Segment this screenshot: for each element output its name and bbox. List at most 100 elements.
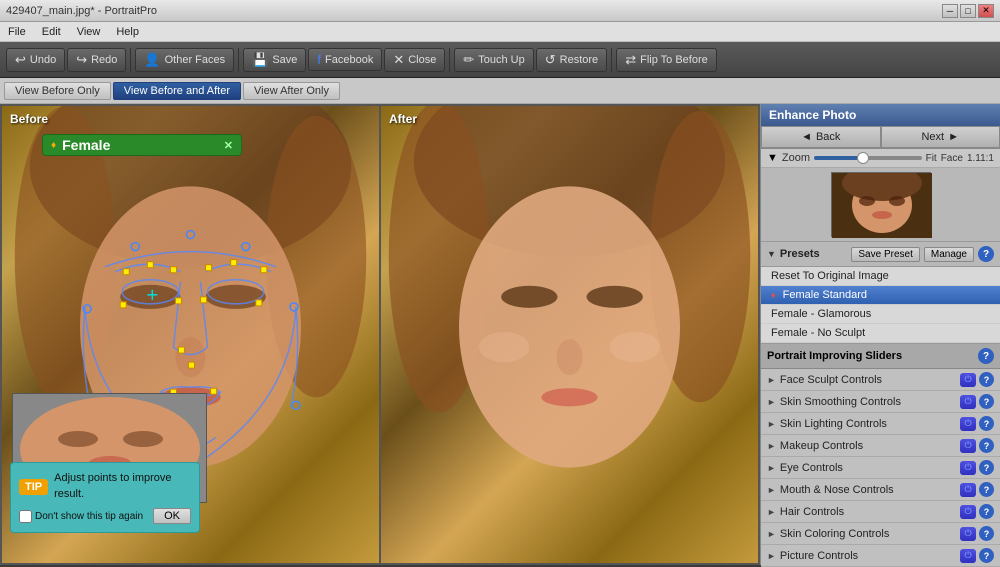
after-label: After <box>389 112 417 126</box>
restore-button[interactable]: ↺ Restore <box>536 48 607 72</box>
power-button-makeup[interactable]: ⏻ <box>960 439 976 453</box>
close-icon: ✕ <box>393 52 404 68</box>
slider-icons-2: ⏻ ? <box>960 394 994 409</box>
next-arrow-icon: ► <box>948 131 959 143</box>
main-content: Before <box>0 104 1000 565</box>
zoom-face[interactable]: Face <box>941 153 963 164</box>
female-text: Female <box>62 137 110 153</box>
separator-2 <box>238 48 239 72</box>
power-button-eye[interactable]: ⏻ <box>960 461 976 475</box>
minimize-button[interactable]: ─ <box>942 4 958 18</box>
slider-skin-coloring[interactable]: ► Skin Coloring Controls ⏻ ? <box>761 523 1000 545</box>
pin-icon: ♦ <box>51 140 56 151</box>
close-button[interactable]: ✕ Close <box>384 48 445 72</box>
menu-file[interactable]: File <box>4 26 30 38</box>
slider-icons-4: ⏻ ? <box>960 438 994 453</box>
slider-face-sculpt[interactable]: ► Face Sculpt Controls ⏻ ? <box>761 369 1000 391</box>
menu-edit[interactable]: Edit <box>38 26 65 38</box>
help-button-lighting[interactable]: ? <box>979 416 994 431</box>
menu-help[interactable]: Help <box>112 26 143 38</box>
back-button[interactable]: ◄ Back <box>761 126 881 148</box>
view-before-after-button[interactable]: View Before and After <box>113 82 241 100</box>
preset-item-glamorous[interactable]: Female - Glamorous <box>761 305 1000 324</box>
slider-hair[interactable]: ► Hair Controls ⏻ ? <box>761 501 1000 523</box>
other-faces-button[interactable]: 👤 Other Faces <box>135 48 234 72</box>
undo-icon: ↩ <box>15 52 26 68</box>
slider-mouth-nose[interactable]: ► Mouth & Nose Controls ⏻ ? <box>761 479 1000 501</box>
presets-header: ▼ Presets Save Preset Manage ? <box>761 242 1000 267</box>
view-bar: View Before Only View Before and After V… <box>0 78 1000 104</box>
power-button-hair[interactable]: ⏻ <box>960 505 976 519</box>
power-button-coloring[interactable]: ⏻ <box>960 527 976 541</box>
tip-header: TIP Adjust points to improve result. <box>19 471 191 502</box>
slider-icons-7: ⏻ ? <box>960 504 994 519</box>
preset-item-reset[interactable]: Reset To Original Image <box>761 267 1000 286</box>
help-button-eye[interactable]: ? <box>979 460 994 475</box>
after-panel: After <box>381 106 758 563</box>
presets-help-button[interactable]: ? <box>978 246 994 262</box>
tip-ok-button[interactable]: OK <box>153 508 191 524</box>
preset-item-no-sculpt[interactable]: Female - No Sculpt <box>761 324 1000 343</box>
presets-title: Presets <box>780 248 847 260</box>
photo-thumbnail <box>831 172 931 237</box>
zoom-label: Zoom <box>782 152 810 164</box>
back-arrow-icon: ◄ <box>801 131 812 143</box>
sliders-help-button[interactable]: ? <box>978 348 994 364</box>
tip-footer: Don't show this tip again OK <box>19 508 191 524</box>
facebook-button[interactable]: f Facebook <box>308 48 382 71</box>
help-button-picture[interactable]: ? <box>979 548 994 563</box>
power-button-face[interactable]: ⏻ <box>960 373 976 387</box>
power-button-picture[interactable]: ⏻ <box>960 549 976 563</box>
sliders-title: Portrait Improving Sliders <box>767 350 902 362</box>
help-button-skin[interactable]: ? <box>979 394 994 409</box>
before-panel: Before <box>2 106 379 563</box>
slider-icons: ⏻ ? <box>960 372 994 387</box>
zoom-triangle: ▼ <box>767 152 778 164</box>
flip-button[interactable]: ⇄ Flip To Before <box>616 48 717 72</box>
save-button[interactable]: 💾 Save <box>243 48 306 72</box>
next-button[interactable]: Next ► <box>881 126 1000 148</box>
slider-skin-lighting[interactable]: ► Skin Lighting Controls ⏻ ? <box>761 413 1000 435</box>
zoom-slider[interactable] <box>814 156 922 160</box>
zoom-fit[interactable]: Fit <box>926 153 937 164</box>
slider-icons-5: ⏻ ? <box>960 460 994 475</box>
help-button-mouth[interactable]: ? <box>979 482 994 497</box>
power-button-mouth[interactable]: ⏻ <box>960 483 976 497</box>
separator-3 <box>449 48 450 72</box>
slider-icons-8: ⏻ ? <box>960 526 994 541</box>
preset-item-female-standard[interactable]: ♦ Female Standard <box>761 286 1000 305</box>
flip-icon: ⇄ <box>625 52 636 68</box>
zoom-handle[interactable] <box>857 152 869 164</box>
slider-makeup[interactable]: ► Makeup Controls ⏻ ? <box>761 435 1000 457</box>
view-before-only-button[interactable]: View Before Only <box>4 82 111 100</box>
help-button-hair[interactable]: ? <box>979 504 994 519</box>
faces-icon: 👤 <box>144 52 160 68</box>
power-button-lighting[interactable]: ⏻ <box>960 417 976 431</box>
tip-checkbox[interactable] <box>19 510 32 523</box>
window-close-button[interactable]: ✕ <box>978 4 994 18</box>
view-after-only-button[interactable]: View After Only <box>243 82 340 100</box>
preset-list: Reset To Original Image ♦ Female Standar… <box>761 267 1000 344</box>
separator-1 <box>130 48 131 72</box>
slider-picture[interactable]: ► Picture Controls ⏻ ? <box>761 545 1000 567</box>
maximize-button[interactable]: □ <box>960 4 976 18</box>
help-button-face[interactable]: ? <box>979 372 994 387</box>
slider-arrow-icon-7: ► <box>767 507 776 517</box>
save-preset-button[interactable]: Save Preset <box>851 247 919 262</box>
power-button-skin[interactable]: ⏻ <box>960 395 976 409</box>
touch-up-button[interactable]: ✏ Touch Up <box>454 48 533 72</box>
help-button-coloring[interactable]: ? <box>979 526 994 541</box>
manage-button[interactable]: Manage <box>924 247 974 262</box>
menu-view[interactable]: View <box>73 26 105 38</box>
slider-eye[interactable]: ► Eye Controls ⏻ ? <box>761 457 1000 479</box>
facebook-icon: f <box>317 52 321 67</box>
tip-checkbox-label[interactable]: Don't show this tip again <box>19 510 143 523</box>
slider-skin-smoothing[interactable]: ► Skin Smoothing Controls ⏻ ? <box>761 391 1000 413</box>
female-label-close[interactable]: ✕ <box>224 139 233 152</box>
redo-button[interactable]: ↪ Redo <box>67 48 126 72</box>
slider-arrow-icon-5: ► <box>767 463 776 473</box>
before-label: Before <box>10 112 48 126</box>
help-button-makeup[interactable]: ? <box>979 438 994 453</box>
undo-button[interactable]: ↩ Undo <box>6 48 65 72</box>
sliders-list: ► Face Sculpt Controls ⏻ ? ► Skin Smooth… <box>761 369 1000 567</box>
